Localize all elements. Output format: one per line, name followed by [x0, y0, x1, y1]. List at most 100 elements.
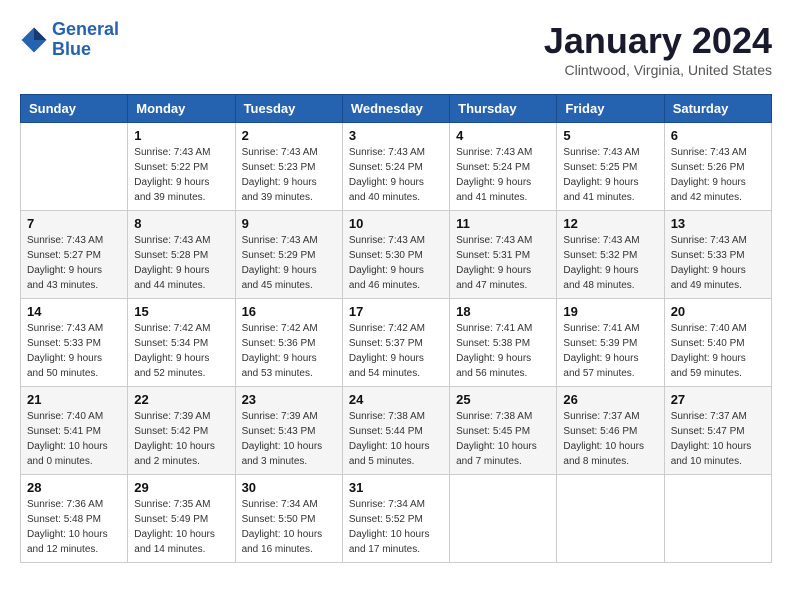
- calendar-table: SundayMondayTuesdayWednesdayThursdayFrid…: [20, 94, 772, 563]
- calendar-cell: 8 Sunrise: 7:43 AMSunset: 5:28 PMDaylight…: [128, 211, 235, 299]
- day-detail: Sunrise: 7:34 AMSunset: 5:52 PMDaylight:…: [349, 497, 443, 557]
- logo: General Blue: [20, 20, 119, 60]
- calendar-cell: 20Sunrise: 7:40 AMSunset: 5:40 PMDayligh…: [664, 299, 771, 387]
- day-number: 22: [134, 392, 228, 407]
- calendar-cell: 3Sunrise: 7:43 AMSunset: 5:24 PMDaylight…: [342, 123, 449, 211]
- day-detail: Sunrise: 7:39 AMSunset: 5:43 PMDaylight:…: [242, 409, 336, 469]
- calendar-cell: 27 Sunrise: 7:37 AMSunset: 5:47 PMDayligh…: [664, 387, 771, 475]
- day-number: 17: [349, 304, 443, 319]
- day-detail: Sunrise: 7:43 AMSunset: 5:33 PMDaylight:…: [27, 321, 121, 381]
- day-number: 10: [349, 216, 443, 231]
- day-number: 21: [27, 392, 121, 407]
- day-detail: Sunrise: 7:34 AMSunset: 5:50 PMDaylight:…: [242, 497, 336, 557]
- day-detail: Sunrise: 7:43 AMSunset: 5:30 PMDaylight:…: [349, 233, 443, 293]
- calendar-week-row: 14 Sunrise: 7:43 AMSunset: 5:33 PMDayligh…: [21, 299, 772, 387]
- logo-text: General Blue: [52, 20, 119, 60]
- calendar-cell: 29 Sunrise: 7:35 AMSunset: 5:49 PMDayligh…: [128, 475, 235, 563]
- day-detail: Sunrise: 7:38 AMSunset: 5:44 PMDaylight:…: [349, 409, 443, 469]
- calendar-cell: 18 Sunrise: 7:41 AMSunset: 5:38 PMDayligh…: [450, 299, 557, 387]
- day-number: 8: [134, 216, 228, 231]
- calendar-cell: 13 Sunrise: 7:43 AMSunset: 5:33 PMDayligh…: [664, 211, 771, 299]
- day-number: 23: [242, 392, 336, 407]
- day-detail: Sunrise: 7:43 AMSunset: 5:32 PMDaylight:…: [563, 233, 657, 293]
- column-header-friday: Friday: [557, 95, 664, 123]
- day-number: 13: [671, 216, 765, 231]
- day-number: 29: [134, 480, 228, 495]
- day-detail: Sunrise: 7:42 AMSunset: 5:36 PMDaylight:…: [242, 321, 336, 381]
- day-number: 19: [563, 304, 657, 319]
- day-detail: Sunrise: 7:43 AMSunset: 5:27 PMDaylight:…: [27, 233, 121, 293]
- column-header-saturday: Saturday: [664, 95, 771, 123]
- page-header: General Blue January 2024 Clintwood, Vir…: [20, 20, 772, 78]
- calendar-header-row: SundayMondayTuesdayWednesdayThursdayFrid…: [21, 95, 772, 123]
- day-detail: Sunrise: 7:43 AMSunset: 5:26 PMDaylight:…: [671, 145, 765, 205]
- calendar-cell: 19Sunrise: 7:41 AMSunset: 5:39 PMDayligh…: [557, 299, 664, 387]
- column-header-tuesday: Tuesday: [235, 95, 342, 123]
- calendar-cell: 26 Sunrise: 7:37 AMSunset: 5:46 PMDayligh…: [557, 387, 664, 475]
- day-detail: Sunrise: 7:43 AMSunset: 5:33 PMDaylight:…: [671, 233, 765, 293]
- calendar-cell: 30 Sunrise: 7:34 AMSunset: 5:50 PMDayligh…: [235, 475, 342, 563]
- location-subtitle: Clintwood, Virginia, United States: [544, 62, 772, 78]
- day-number: 14: [27, 304, 121, 319]
- day-number: 15: [134, 304, 228, 319]
- day-detail: Sunrise: 7:39 AMSunset: 5:42 PMDaylight:…: [134, 409, 228, 469]
- day-detail: Sunrise: 7:40 AMSunset: 5:41 PMDaylight:…: [27, 409, 121, 469]
- calendar-cell: 23 Sunrise: 7:39 AMSunset: 5:43 PMDayligh…: [235, 387, 342, 475]
- day-number: 18: [456, 304, 550, 319]
- logo-line1: General: [52, 19, 119, 39]
- calendar-cell: 5Sunrise: 7:43 AMSunset: 5:25 PMDaylight…: [557, 123, 664, 211]
- calendar-cell: 17 Sunrise: 7:42 AMSunset: 5:37 PMDayligh…: [342, 299, 449, 387]
- day-detail: Sunrise: 7:40 AMSunset: 5:40 PMDaylight:…: [671, 321, 765, 381]
- calendar-week-row: 28 Sunrise: 7:36 AMSunset: 5:48 PMDayligh…: [21, 475, 772, 563]
- day-number: 11: [456, 216, 550, 231]
- calendar-cell: 9Sunrise: 7:43 AMSunset: 5:29 PMDaylight…: [235, 211, 342, 299]
- calendar-cell: 1Sunrise: 7:43 AMSunset: 5:22 PMDaylight…: [128, 123, 235, 211]
- calendar-cell: 10 Sunrise: 7:43 AMSunset: 5:30 PMDayligh…: [342, 211, 449, 299]
- day-detail: Sunrise: 7:43 AMSunset: 5:28 PMDaylight:…: [134, 233, 228, 293]
- calendar-cell: [557, 475, 664, 563]
- calendar-cell: [450, 475, 557, 563]
- day-number: 6: [671, 128, 765, 143]
- day-detail: Sunrise: 7:43 AMSunset: 5:31 PMDaylight:…: [456, 233, 550, 293]
- calendar-cell: [664, 475, 771, 563]
- day-detail: Sunrise: 7:37 AMSunset: 5:46 PMDaylight:…: [563, 409, 657, 469]
- day-number: 7: [27, 216, 121, 231]
- calendar-cell: 14 Sunrise: 7:43 AMSunset: 5:33 PMDayligh…: [21, 299, 128, 387]
- day-detail: Sunrise: 7:41 AMSunset: 5:38 PMDaylight:…: [456, 321, 550, 381]
- day-detail: Sunrise: 7:37 AMSunset: 5:47 PMDaylight:…: [671, 409, 765, 469]
- calendar-cell: 28 Sunrise: 7:36 AMSunset: 5:48 PMDayligh…: [21, 475, 128, 563]
- day-detail: Sunrise: 7:43 AMSunset: 5:24 PMDaylight:…: [349, 145, 443, 205]
- calendar-week-row: 21 Sunrise: 7:40 AMSunset: 5:41 PMDayligh…: [21, 387, 772, 475]
- day-number: 28: [27, 480, 121, 495]
- calendar-cell: 15 Sunrise: 7:42 AMSunset: 5:34 PMDayligh…: [128, 299, 235, 387]
- calendar-cell: 7 Sunrise: 7:43 AMSunset: 5:27 PMDaylight…: [21, 211, 128, 299]
- day-number: 26: [563, 392, 657, 407]
- day-detail: Sunrise: 7:36 AMSunset: 5:48 PMDaylight:…: [27, 497, 121, 557]
- calendar-cell: 2Sunrise: 7:43 AMSunset: 5:23 PMDaylight…: [235, 123, 342, 211]
- day-number: 9: [242, 216, 336, 231]
- logo-line2: Blue: [52, 39, 91, 59]
- month-title: January 2024: [544, 20, 772, 62]
- logo-icon: [20, 26, 48, 54]
- column-header-thursday: Thursday: [450, 95, 557, 123]
- day-number: 2: [242, 128, 336, 143]
- calendar-cell: 4Sunrise: 7:43 AMSunset: 5:24 PMDaylight…: [450, 123, 557, 211]
- day-detail: Sunrise: 7:42 AMSunset: 5:37 PMDaylight:…: [349, 321, 443, 381]
- column-header-wednesday: Wednesday: [342, 95, 449, 123]
- day-number: 5: [563, 128, 657, 143]
- calendar-week-row: 1Sunrise: 7:43 AMSunset: 5:22 PMDaylight…: [21, 123, 772, 211]
- day-detail: Sunrise: 7:43 AMSunset: 5:22 PMDaylight:…: [134, 145, 228, 205]
- calendar-cell: 6 Sunrise: 7:43 AMSunset: 5:26 PMDaylight…: [664, 123, 771, 211]
- day-number: 4: [456, 128, 550, 143]
- day-number: 12: [563, 216, 657, 231]
- day-number: 30: [242, 480, 336, 495]
- day-number: 24: [349, 392, 443, 407]
- day-number: 27: [671, 392, 765, 407]
- day-number: 31: [349, 480, 443, 495]
- day-detail: Sunrise: 7:35 AMSunset: 5:49 PMDaylight:…: [134, 497, 228, 557]
- calendar-cell: 12 Sunrise: 7:43 AMSunset: 5:32 PMDayligh…: [557, 211, 664, 299]
- calendar-cell: 16Sunrise: 7:42 AMSunset: 5:36 PMDayligh…: [235, 299, 342, 387]
- calendar-cell: 22 Sunrise: 7:39 AMSunset: 5:42 PMDayligh…: [128, 387, 235, 475]
- column-header-sunday: Sunday: [21, 95, 128, 123]
- day-detail: Sunrise: 7:42 AMSunset: 5:34 PMDaylight:…: [134, 321, 228, 381]
